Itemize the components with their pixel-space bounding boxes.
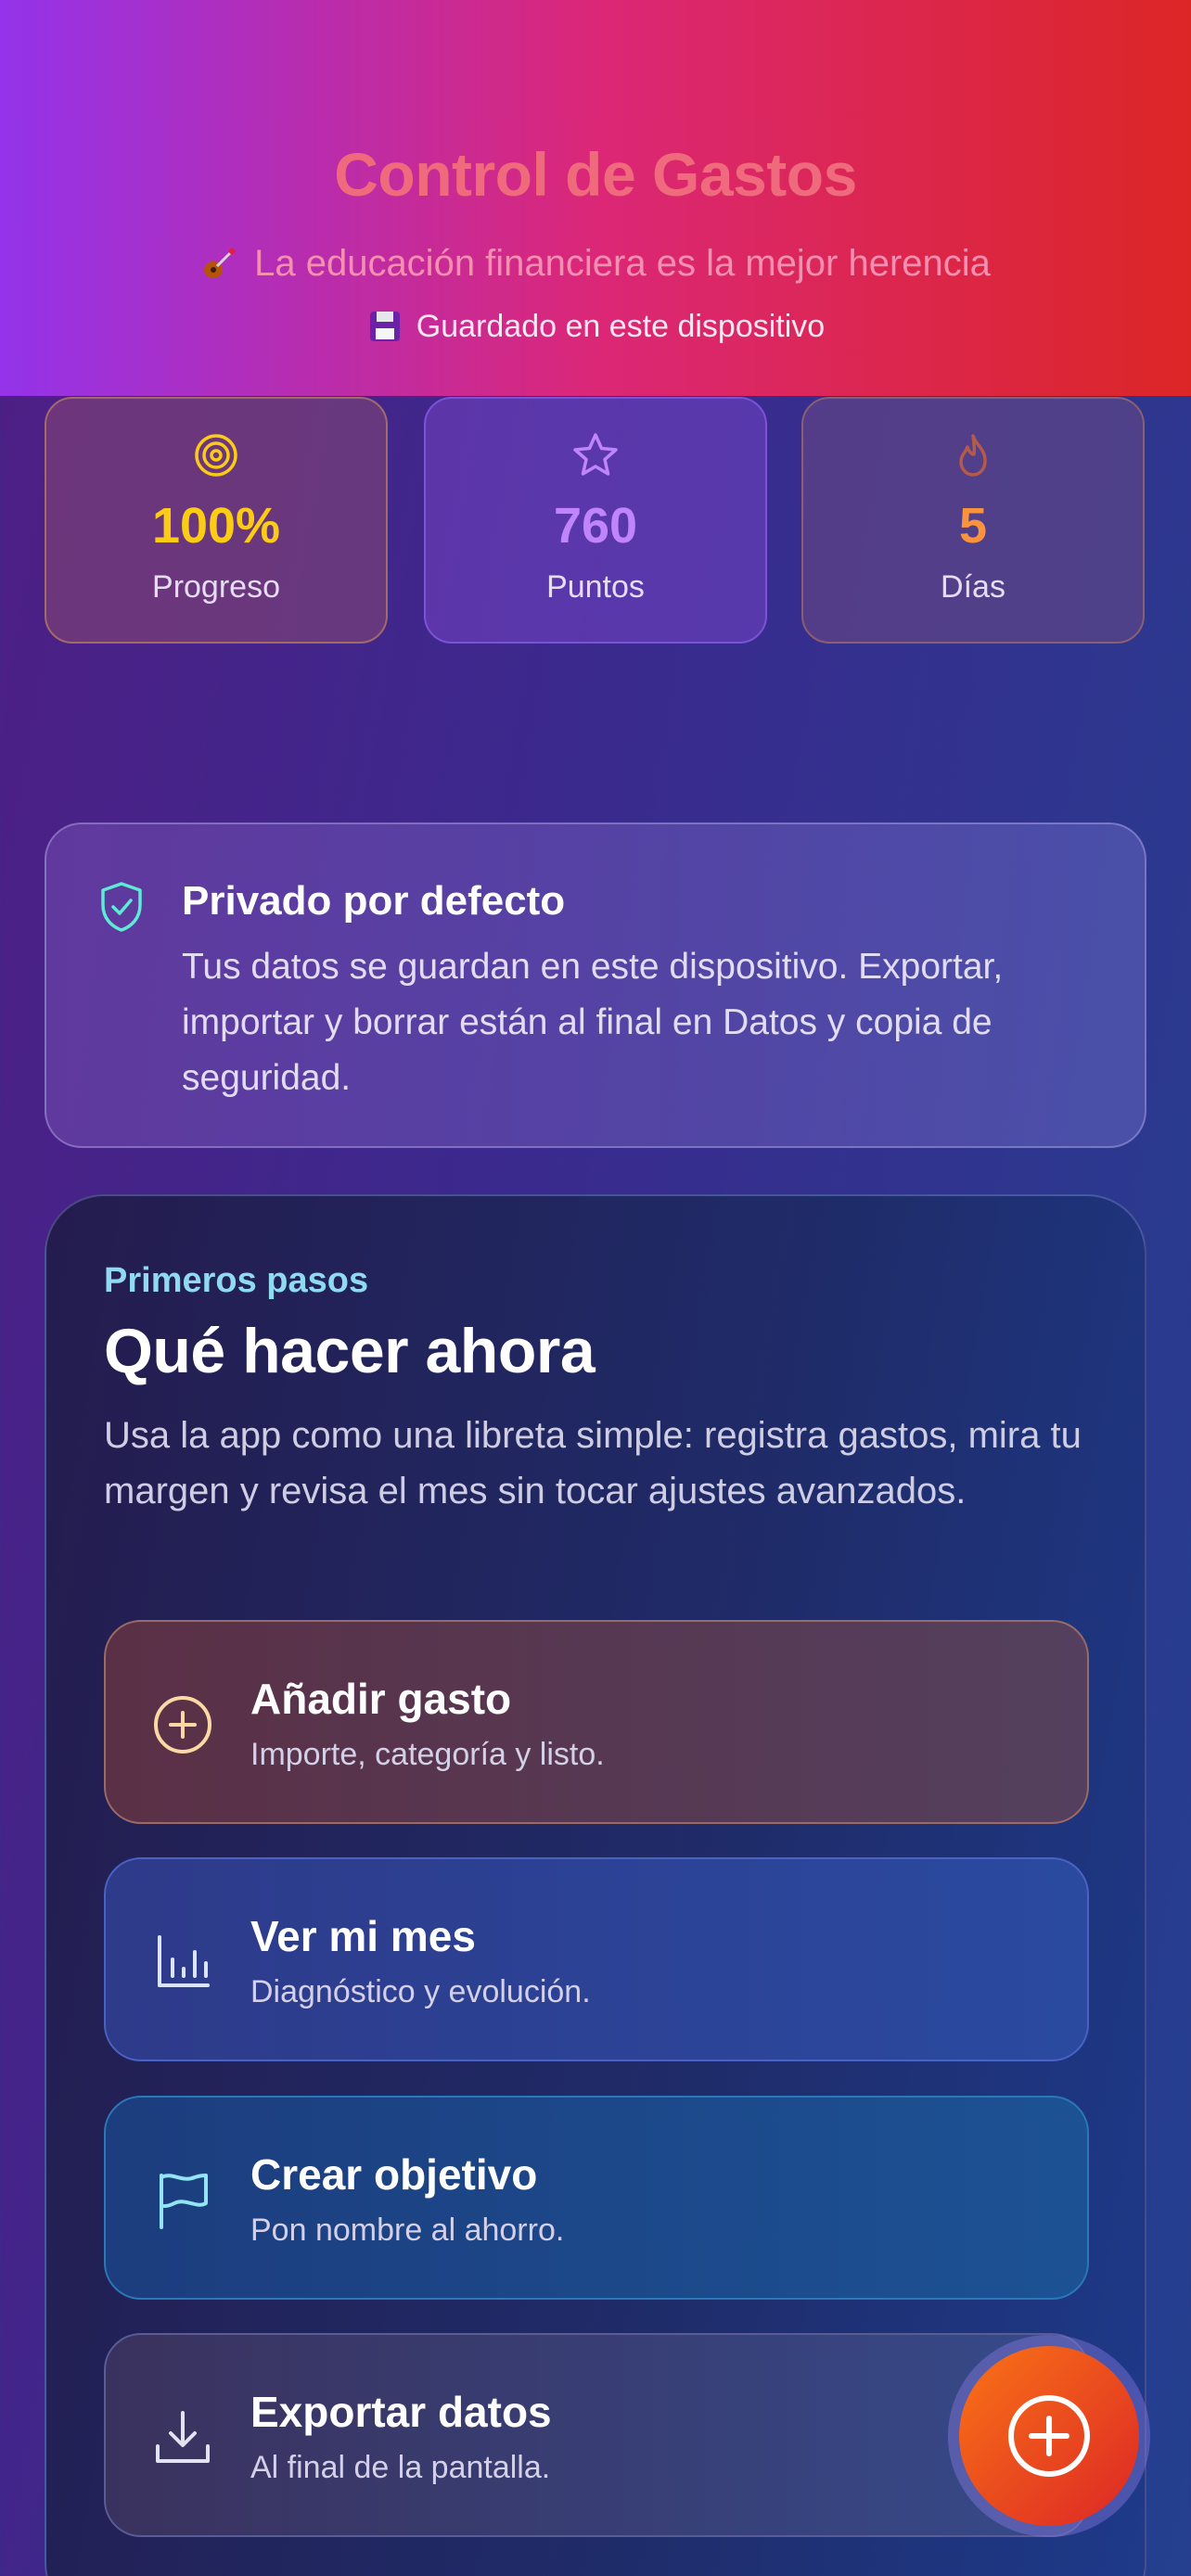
- download-icon: [156, 2411, 210, 2463]
- guitar-emoji-icon: [204, 247, 237, 278]
- privacy-text: Tus datos se guardan en este dispositivo…: [182, 947, 1004, 1098]
- flame-icon: [959, 434, 987, 477]
- tagline-text: La educación financiera es la mejor here…: [254, 243, 991, 284]
- stat-value: 5: [958, 498, 988, 554]
- action-subtitle: Importe, categoría y listo.: [250, 1737, 605, 1772]
- shield-check-icon: [101, 882, 142, 932]
- stat-label: Puntos: [546, 569, 645, 605]
- view-month-button[interactable]: Ver mi mes Diagnóstico y evolución.: [104, 1857, 1089, 2061]
- app-header: Control de Gastos La educación financier…: [0, 0, 1191, 396]
- stat-value: 100%: [151, 498, 281, 554]
- saved-status-text: Guardado en este dispositivo: [416, 308, 826, 344]
- action-title: Exportar datos: [250, 2388, 552, 2436]
- bar-chart-icon: [158, 1935, 210, 1987]
- action-title: Ver mi mes: [250, 1912, 476, 1960]
- app-title: Control de Gastos: [334, 140, 857, 209]
- steps-eyebrow: Primeros pasos: [104, 1261, 369, 1300]
- app-tagline: La educación financiera es la mejor here…: [0, 243, 1191, 285]
- steps-description: Usa la app como una libreta simple: regi…: [104, 1415, 1082, 1511]
- action-subtitle: Pon nombre al ahorro.: [250, 2213, 565, 2248]
- star-icon: [573, 433, 618, 476]
- stat-value: 760: [553, 498, 638, 554]
- stat-points-card: 760 Puntos: [424, 397, 767, 644]
- add-expense-button[interactable]: Añadir gasto Importe, categoría y listo.: [104, 1620, 1089, 1824]
- action-subtitle: Al final de la pantalla.: [250, 2450, 551, 2485]
- steps-heading: Qué hacer ahora: [104, 1316, 596, 1386]
- create-goal-button[interactable]: Crear objetivo Pon nombre al ahorro.: [104, 2096, 1089, 2300]
- flag-icon: [160, 2174, 208, 2229]
- stat-label: Progreso: [152, 569, 280, 605]
- saved-status: Guardado en este dispositivo: [0, 308, 1191, 345]
- plus-circle-icon: [154, 1696, 211, 1753]
- action-title: Añadir gasto: [250, 1675, 512, 1723]
- action-title: Crear objetivo: [250, 2150, 538, 2199]
- privacy-title: Privado por defecto: [182, 878, 566, 924]
- privacy-card: Privado por defecto Tus datos se guardan…: [45, 823, 1146, 1148]
- export-data-button[interactable]: Exportar datos Al final de la pantalla.: [104, 2333, 1089, 2537]
- stat-days-card: 5 Días: [801, 397, 1145, 644]
- target-icon: [195, 434, 237, 477]
- add-fab-button[interactable]: [959, 2346, 1139, 2526]
- floppy-disk-icon: [369, 312, 400, 341]
- plus-circle-icon: [1008, 2395, 1090, 2477]
- action-subtitle: Diagnóstico y evolución.: [250, 1974, 591, 2009]
- stat-progress-card: 100% Progreso: [45, 397, 388, 644]
- stat-label: Días: [941, 569, 1005, 605]
